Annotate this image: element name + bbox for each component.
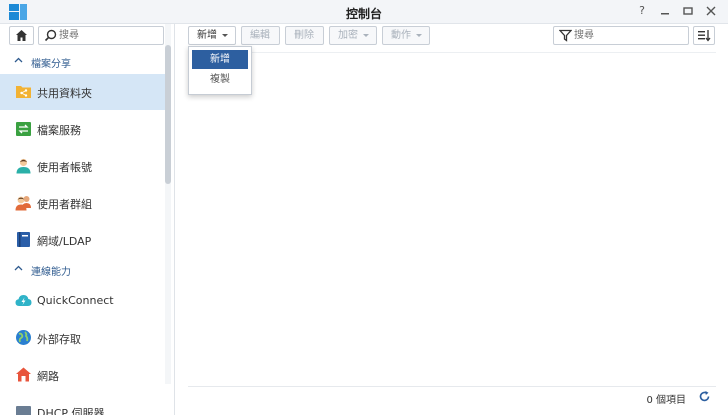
create-dropdown-menu: 新增 複製: [188, 46, 252, 95]
sidebar-item-label: 網路: [37, 370, 59, 383]
section-connectivity[interactable]: 連線能力: [0, 260, 165, 280]
close-icon[interactable]: [704, 4, 718, 18]
section-label: 檔案分享: [31, 59, 71, 70]
chevron-up-icon: [14, 57, 23, 63]
caret-down-icon: [222, 34, 228, 37]
sidebar-item-quickconnect[interactable]: QuickConnect: [0, 283, 165, 319]
delete-button[interactable]: 刪除: [285, 26, 324, 45]
help-icon[interactable]: ?: [635, 4, 649, 18]
sidebar-item-label: 使用者群組: [37, 198, 92, 211]
menu-item-create[interactable]: 新增: [192, 50, 248, 69]
search-icon: [44, 29, 57, 42]
home-icon: [16, 30, 27, 41]
sort-button[interactable]: [693, 26, 715, 45]
filter-icon: [559, 29, 572, 42]
delete-button-label: 刪除: [294, 30, 314, 41]
chevron-up-icon: [14, 265, 23, 271]
sidebar-scrollbar[interactable]: [165, 24, 171, 384]
encrypt-button[interactable]: 加密: [329, 26, 377, 45]
shared-folder-list: [188, 52, 716, 387]
sidebar-item-domain-ldap[interactable]: 網域/LDAP: [0, 222, 165, 258]
external-access-icon: [16, 330, 31, 345]
scrollbar-thumb[interactable]: [165, 45, 171, 184]
status-bar: 0 個項目: [188, 386, 716, 406]
home-button[interactable]: [9, 26, 34, 45]
section-file-sharing[interactable]: 檔案分享: [0, 52, 165, 72]
sidebar-item-label: DHCP 伺服器: [37, 407, 105, 415]
shared-folder-icon: [16, 86, 31, 98]
item-count: 0 個項目: [646, 395, 686, 406]
network-icon: [16, 367, 31, 382]
sidebar-item-label: 檔案服務: [37, 124, 81, 137]
sidebar-item-label: 共用資料夾: [37, 87, 92, 100]
caret-down-icon: [416, 34, 422, 37]
sidebar-item-label: QuickConnect: [37, 294, 114, 307]
sidebar-search-input[interactable]: [59, 28, 159, 43]
sidebar-item-external-access[interactable]: 外部存取: [0, 320, 165, 356]
main-panel: 新增 編輯 刪除 加密 動作: [176, 24, 728, 415]
sidebar-item-label: 外部存取: [37, 333, 81, 346]
sidebar-search[interactable]: [38, 26, 164, 45]
action-button[interactable]: 動作: [382, 26, 430, 45]
edit-button-label: 編輯: [250, 30, 270, 41]
menu-item-clone[interactable]: 複製: [192, 70, 248, 89]
sidebar-item-file-services[interactable]: 檔案服務: [0, 111, 165, 147]
sidebar-item-dhcp-server[interactable]: DHCP 伺服器: [0, 394, 165, 415]
edit-button[interactable]: 編輯: [241, 26, 280, 45]
filter-search-input[interactable]: [574, 28, 684, 43]
sidebar-item-group[interactable]: 使用者群組: [0, 185, 165, 221]
sort-icon: [698, 30, 711, 42]
filter-search[interactable]: [553, 26, 689, 45]
group-icon: [15, 196, 31, 211]
caret-down-icon: [363, 34, 369, 37]
domain-ldap-icon: [17, 232, 30, 247]
sidebar: 檔案分享 共用資料夾 檔案服務 使用者帳號 使用者: [0, 24, 175, 415]
file-services-icon: [16, 122, 31, 136]
quickconnect-icon: [15, 295, 32, 306]
sidebar-item-label: 網域/LDAP: [37, 235, 92, 248]
user-icon: [16, 158, 31, 174]
maximize-icon[interactable]: [681, 4, 695, 18]
create-button-label: 新增: [197, 30, 217, 41]
title-bar: 控制台 ?: [0, 0, 728, 24]
sidebar-item-label: 使用者帳號: [37, 161, 92, 174]
sidebar-item-network[interactable]: 網路: [0, 357, 165, 393]
refresh-icon[interactable]: [698, 390, 711, 403]
section-label: 連線能力: [31, 267, 71, 278]
sidebar-item-shared-folder[interactable]: 共用資料夾: [0, 74, 165, 110]
create-button[interactable]: 新增: [188, 26, 236, 45]
minimize-icon[interactable]: [658, 4, 672, 18]
window-title: 控制台: [345, 7, 382, 21]
sidebar-item-user[interactable]: 使用者帳號: [0, 148, 165, 184]
encrypt-button-label: 加密: [338, 30, 358, 41]
dhcp-server-icon: [16, 406, 31, 415]
action-button-label: 動作: [391, 30, 411, 41]
